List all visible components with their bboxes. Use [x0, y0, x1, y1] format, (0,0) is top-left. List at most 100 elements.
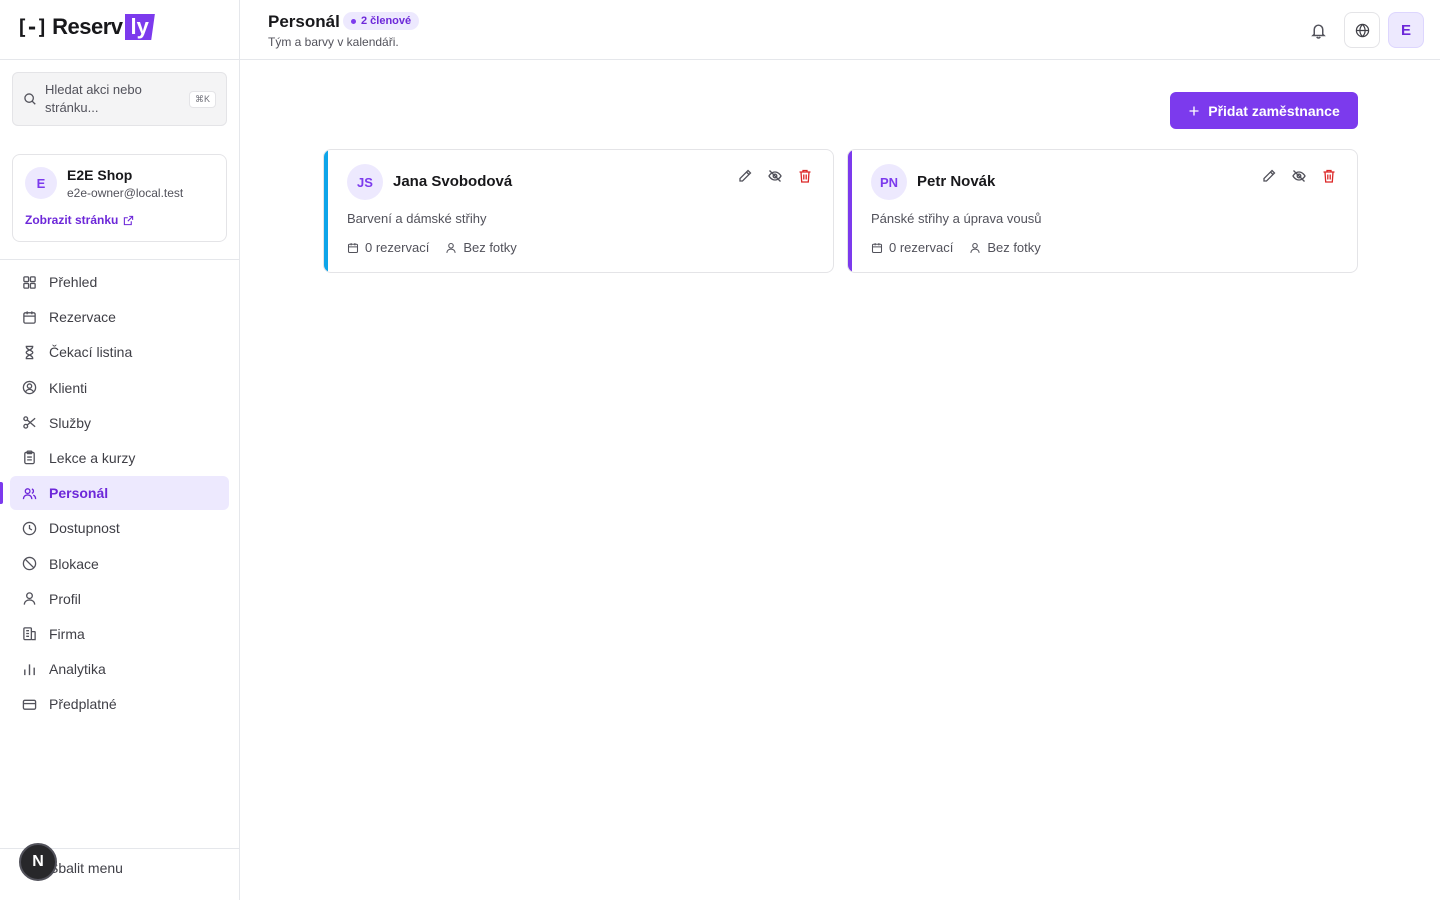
- staff-color-stripe: [848, 150, 852, 272]
- sidebar-item-label: Profil: [49, 590, 81, 607]
- staff-actions: [1261, 168, 1337, 184]
- sidebar-item-prehled[interactable]: Přehled: [10, 265, 229, 299]
- ban-icon: [22, 556, 37, 571]
- user-circle-icon: [22, 380, 37, 395]
- shop-name: E2E Shop: [67, 167, 133, 183]
- collapse-menu-label: Sbalit menu: [49, 860, 123, 876]
- language-button[interactable]: [1344, 12, 1380, 48]
- page-title: Personál: [268, 12, 340, 31]
- external-link-icon: [124, 215, 134, 225]
- sidebar-item-label: Čekací listina: [49, 344, 133, 361]
- staff-bookings: 0 rezervací: [347, 240, 429, 255]
- logo-bracket-icon: [-]: [16, 15, 48, 39]
- staff-photo-label: Bez fotky: [463, 240, 517, 255]
- search-input[interactable]: Hledat akci nebo stránku... ⌘K: [12, 72, 227, 126]
- trash-icon[interactable]: [1321, 168, 1337, 184]
- sidebar-item-label: Klienti: [49, 379, 88, 396]
- sidebar-item-blokace[interactable]: Blokace: [10, 547, 229, 581]
- add-employee-button[interactable]: Přidat zaměstnance: [1170, 92, 1358, 129]
- staff-bookings-label: 0 rezervací: [889, 240, 954, 255]
- dev-tools-badge[interactable]: N: [19, 843, 57, 881]
- shop-email: e2e-owner@local.test: [67, 186, 184, 200]
- edit-icon[interactable]: [737, 168, 753, 184]
- view-page-link-label: Zobrazit stránku: [25, 213, 119, 227]
- clipboard-icon: [24, 450, 35, 465]
- staff-description: Pánské střihy a úprava vousů: [871, 211, 1042, 226]
- scissors-icon: [23, 416, 36, 430]
- globe-icon: [1355, 23, 1369, 37]
- sidebar-item-analytika[interactable]: Analytika: [10, 652, 229, 686]
- staff-meta: 0 rezervací Bez fotky: [871, 240, 1041, 255]
- staff-bookings-label: 0 rezervací: [365, 240, 430, 255]
- search-shortcut: ⌘K: [188, 90, 216, 108]
- bell-icon: [1310, 23, 1326, 39]
- sidebar-nav: Přehled Rezervace Čekací listina Klienti…: [0, 265, 229, 722]
- badge-dot-icon: [351, 18, 356, 24]
- view-page-link[interactable]: Zobrazit stránku: [25, 213, 134, 227]
- staff-photo-label: Bez fotky: [987, 240, 1041, 255]
- user-icon: [446, 242, 456, 253]
- clock-icon: [22, 521, 37, 536]
- sidebar-item-predplatne[interactable]: Předplatné: [10, 687, 229, 721]
- sidebar-item-rezervace[interactable]: Rezervace: [10, 300, 229, 334]
- building-icon: [23, 627, 36, 641]
- staff-name: Jana Svobodová: [393, 173, 513, 190]
- sidebar-divider: [0, 259, 239, 260]
- sidebar-item-label: Firma: [49, 625, 85, 642]
- users-icon: [22, 487, 37, 499]
- sidebar-item-cekaci-listina[interactable]: Čekací listina: [10, 335, 229, 369]
- sidebar-item-label: Služby: [49, 414, 92, 431]
- user-icon: [970, 242, 980, 253]
- staff-description: Barvení a dámské střihy: [347, 211, 487, 226]
- staff-avatar: PN: [871, 164, 907, 200]
- logo-suffix: ly: [124, 14, 155, 40]
- staff-name: Petr Novák: [917, 173, 996, 190]
- sidebar-item-klienti[interactable]: Klienti: [10, 371, 229, 405]
- page-subtitle: Tým a barvy v kalendáři.: [268, 35, 399, 49]
- bar-chart-icon: [24, 663, 35, 675]
- staff-card: JS Jana Svobodová Barvení a dámské střih…: [323, 149, 834, 273]
- staff-color-stripe: [324, 150, 328, 272]
- shop-card: E E2E Shop e2e-owner@local.test Zobrazit…: [12, 154, 227, 242]
- user-avatar-button[interactable]: E: [1388, 12, 1424, 48]
- credit-card-icon: [22, 699, 37, 710]
- sidebar-item-label: Lekce a kurzy: [49, 449, 136, 466]
- edit-icon[interactable]: [1261, 168, 1277, 184]
- staff-avatar: JS: [347, 164, 383, 200]
- sidebar-item-profil[interactable]: Profil: [10, 582, 229, 616]
- sidebar-item-label: Předplatné: [49, 696, 117, 713]
- staff-bookings: 0 rezervací: [871, 240, 953, 255]
- sidebar: [-] Reserv ly Hledat akci nebo stránku..…: [0, 0, 240, 900]
- shop-avatar: E: [25, 167, 57, 199]
- sidebar-item-sluzby[interactable]: Služby: [10, 406, 229, 440]
- calendar-icon: [347, 242, 359, 253]
- calendar-icon: [23, 311, 36, 324]
- sidebar-item-dostupnost[interactable]: Dostupnost: [10, 511, 229, 545]
- sidebar-item-label: Dostupnost: [49, 520, 120, 537]
- sidebar-divider: [0, 59, 239, 60]
- hide-icon[interactable]: [767, 168, 783, 184]
- calendar-icon: [871, 242, 883, 253]
- sidebar-item-label: Blokace: [49, 555, 99, 572]
- staff-photo-status: Bez fotky: [969, 240, 1041, 255]
- member-count-badge: 2 členové: [343, 12, 420, 30]
- grid-icon: [23, 275, 36, 289]
- sidebar-item-lekce-a-kurzy[interactable]: Lekce a kurzy: [10, 441, 229, 475]
- search-placeholder: Hledat akci nebo stránku...: [45, 82, 142, 115]
- sidebar-item-personal[interactable]: Personál: [0, 476, 229, 511]
- plus-icon: [1189, 106, 1199, 115]
- logo-text: Reserv: [52, 14, 123, 39]
- sidebar-item-label: Analytika: [49, 661, 106, 678]
- staff-actions: [737, 168, 813, 184]
- add-employee-label: Přidat zaměstnance: [1208, 102, 1340, 119]
- app-logo[interactable]: [-] Reserv ly: [16, 14, 155, 40]
- sidebar-item-label: Personál: [49, 485, 109, 502]
- hide-icon[interactable]: [1291, 168, 1307, 184]
- search-icon: [24, 93, 36, 105]
- staff-card: PN Petr Novák Pánské střihy a úprava vou…: [847, 149, 1358, 273]
- staff-meta: 0 rezervací Bez fotky: [347, 240, 517, 255]
- notifications-button[interactable]: [1300, 12, 1336, 48]
- member-count-label: 2 členové: [361, 15, 412, 27]
- trash-icon[interactable]: [797, 168, 813, 184]
- sidebar-item-firma[interactable]: Firma: [10, 617, 229, 651]
